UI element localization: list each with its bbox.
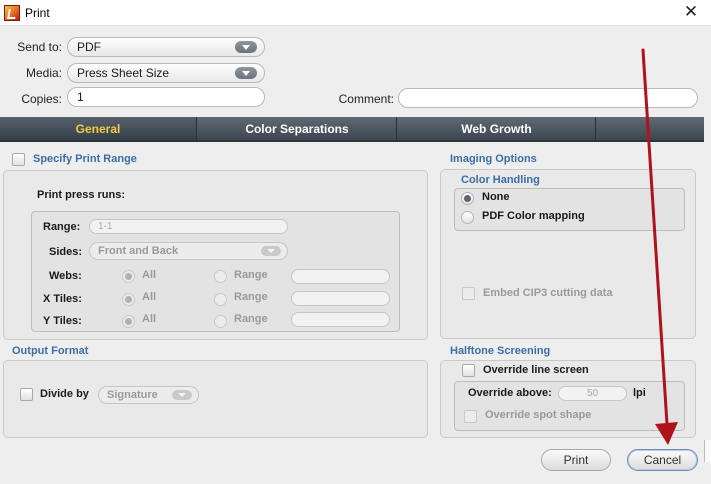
print-dialog: Send to: PDF Media: Press Sheet Size Cop… bbox=[0, 26, 711, 484]
imaging-options-panel: Color Handling None PDF Color mapping Em… bbox=[440, 169, 696, 339]
halftone-panel: Override line screen Override above: 50 … bbox=[440, 360, 696, 438]
divide-by-checkbox[interactable] bbox=[20, 388, 33, 401]
pdf-color-mapping-label: PDF Color mapping bbox=[482, 210, 585, 222]
webs-all-label: All bbox=[142, 269, 157, 281]
tab-color-separations[interactable]: Color Separations bbox=[198, 117, 397, 140]
color-handling-title: Color Handling bbox=[461, 174, 540, 186]
output-format-panel: Divide by Signature bbox=[3, 360, 428, 438]
webs-range-radio[interactable] bbox=[214, 270, 227, 283]
tab-general[interactable]: General bbox=[0, 117, 197, 140]
print-button[interactable]: Print bbox=[541, 449, 611, 471]
override-line-screen-checkbox[interactable] bbox=[462, 364, 475, 377]
chevron-down-icon bbox=[235, 41, 257, 53]
divide-by-dropdown[interactable]: Signature bbox=[98, 386, 199, 404]
copies-label: Copies: bbox=[21, 92, 62, 106]
send-to-dropdown[interactable]: PDF bbox=[67, 37, 265, 57]
color-none-radio[interactable] bbox=[461, 192, 474, 205]
sides-label: Sides: bbox=[49, 246, 83, 258]
specify-print-range-checkbox[interactable] bbox=[12, 153, 25, 166]
override-spot-shape-label: Override spot shape bbox=[485, 409, 592, 421]
x-tiles-all-label: All bbox=[142, 291, 157, 303]
media-dropdown[interactable]: Press Sheet Size bbox=[67, 63, 265, 83]
override-above-input[interactable]: 50 bbox=[558, 386, 627, 401]
range-label: Range: bbox=[43, 221, 81, 233]
override-above-unit: lpi bbox=[633, 387, 646, 399]
send-to-value: PDF bbox=[77, 40, 101, 54]
x-tiles-range-label: Range bbox=[234, 291, 268, 303]
background-window-edge bbox=[704, 440, 711, 462]
embed-cip3-checkbox[interactable] bbox=[462, 287, 475, 300]
sides-dropdown[interactable]: Front and Back bbox=[89, 242, 288, 260]
halftone-screening-title: Halftone Screening bbox=[450, 345, 551, 357]
comment-input[interactable] bbox=[398, 88, 698, 108]
y-tiles-all-label: All bbox=[142, 313, 157, 325]
override-above-label: Override above: bbox=[468, 387, 552, 399]
x-tiles-label: X Tiles: bbox=[43, 293, 82, 305]
embed-cip3-label: Embed CIP3 cutting data bbox=[483, 287, 613, 299]
override-group: Override above: 50 lpi Override spot sha… bbox=[454, 381, 685, 431]
range-input[interactable]: 1-1 bbox=[89, 219, 288, 234]
media-value: Press Sheet Size bbox=[77, 66, 170, 80]
pdf-color-mapping-radio[interactable] bbox=[461, 211, 474, 224]
override-spot-shape-checkbox[interactable] bbox=[464, 410, 477, 423]
app-logo-icon bbox=[4, 5, 20, 21]
title-bar: Print ✕ bbox=[0, 0, 711, 26]
color-none-label: None bbox=[482, 191, 510, 203]
cancel-button[interactable]: Cancel bbox=[627, 449, 698, 471]
tab-bar: General Color Separations Web Growth bbox=[0, 117, 704, 142]
webs-range-label: Range bbox=[234, 269, 268, 281]
color-handling-group: None PDF Color mapping bbox=[454, 188, 685, 231]
x-tiles-all-radio[interactable] bbox=[122, 293, 135, 306]
copies-input[interactable]: 1 bbox=[67, 87, 265, 107]
chevron-down-icon bbox=[172, 390, 192, 400]
window-title: Print bbox=[25, 6, 50, 20]
send-to-label: Send to: bbox=[17, 40, 62, 54]
tab-web-growth[interactable]: Web Growth bbox=[398, 117, 596, 140]
y-tiles-range-label: Range bbox=[234, 313, 268, 325]
press-runs-group: Range: 1-1 Sides: Front and Back Webs: A… bbox=[31, 211, 400, 332]
y-tiles-all-radio[interactable] bbox=[122, 315, 135, 328]
y-tiles-label: Y Tiles: bbox=[43, 315, 82, 327]
chevron-down-icon bbox=[235, 67, 257, 79]
specify-print-range-label: Specify Print Range bbox=[33, 153, 137, 165]
webs-all-radio[interactable] bbox=[122, 270, 135, 283]
x-tiles-range-input[interactable] bbox=[291, 291, 390, 306]
y-tiles-range-radio[interactable] bbox=[214, 315, 227, 328]
chevron-down-icon bbox=[261, 246, 281, 256]
output-format-title: Output Format bbox=[12, 345, 89, 357]
sides-value: Front and Back bbox=[98, 245, 179, 257]
x-tiles-range-radio[interactable] bbox=[214, 293, 227, 306]
webs-label: Webs: bbox=[49, 270, 82, 282]
close-icon[interactable]: ✕ bbox=[681, 2, 701, 22]
print-range-panel: Print press runs: Range: 1-1 Sides: Fron… bbox=[3, 170, 428, 340]
media-label: Media: bbox=[25, 66, 62, 80]
y-tiles-range-input[interactable] bbox=[291, 312, 390, 327]
imaging-options-title: Imaging Options bbox=[450, 153, 537, 165]
comment-label: Comment: bbox=[338, 92, 394, 106]
override-line-screen-label: Override line screen bbox=[483, 364, 589, 376]
webs-range-input[interactable] bbox=[291, 269, 390, 284]
divide-by-label: Divide by bbox=[40, 388, 89, 400]
divide-by-value: Signature bbox=[107, 389, 158, 401]
print-press-runs-label: Print press runs: bbox=[37, 189, 126, 201]
